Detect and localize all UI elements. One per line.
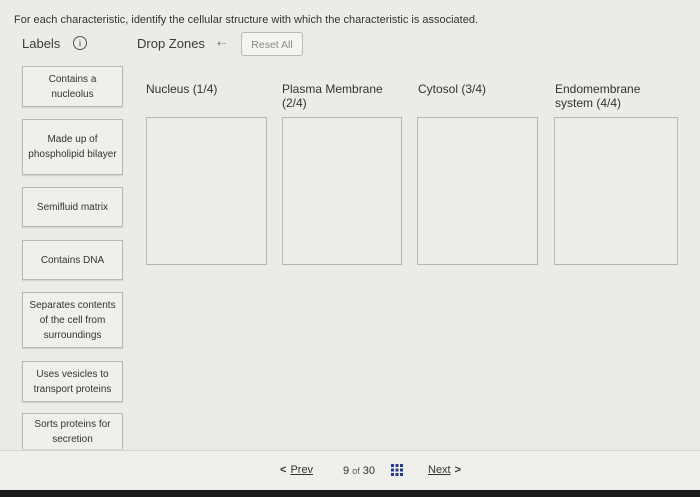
page-current: 9 — [343, 465, 350, 477]
label-card-separates-contents[interactable]: Separates contents of the cell from surr… — [22, 292, 123, 348]
instruction-text: For each characteristic, identify the ce… — [14, 14, 479, 26]
undo-icon[interactable]: ⇠ — [217, 37, 226, 50]
page-indicator: 9 of 30 — [343, 465, 375, 477]
drop-zone-endomembrane[interactable] — [554, 117, 678, 265]
next-label: Next — [428, 464, 451, 476]
label-card-uses-vesicles[interactable]: Uses vesicles to transport proteins — [22, 361, 123, 402]
label-card-text: Contains DNA — [40, 254, 105, 266]
drop-zone-cytosol[interactable] — [417, 117, 538, 265]
grid-icon[interactable] — [391, 464, 403, 476]
next-button[interactable]: Next > — [424, 464, 461, 476]
zone-title-endomembrane: Endomembrane system (4/4) — [555, 82, 641, 110]
zone-title-cytosol: Cytosol (3/4) — [418, 82, 487, 96]
page-total: 30 — [362, 465, 376, 477]
question-screen: For each characteristic, identify the ce… — [0, 0, 700, 497]
drop-zone-plasma-membrane[interactable] — [282, 117, 402, 265]
prev-label: Prev — [290, 464, 314, 476]
reset-all-button[interactable]: Reset All — [241, 32, 303, 56]
label-card-text: Separates contents of the cell from surr… — [29, 299, 116, 341]
label-card-semifluid-matrix[interactable]: Semifluid matrix — [22, 187, 123, 227]
label-card-contains-dna[interactable]: Contains DNA — [22, 240, 123, 280]
drop-zone-nucleus[interactable] — [146, 117, 267, 265]
bottom-edge — [0, 490, 700, 497]
chevron-left-icon: < — [280, 464, 287, 476]
label-card-text: Contains a nucleolus — [48, 73, 97, 100]
label-card-text: Made up of phospholipid bilayer — [28, 134, 117, 160]
zone-title-nucleus: Nucleus (1/4) — [146, 82, 218, 96]
label-card-text: Uses vesicles to transport proteins — [33, 368, 112, 395]
zone-title-plasma-membrane: Plasma Membrane (2/4) — [282, 82, 383, 110]
chevron-right-icon: > — [454, 464, 462, 476]
label-card-text: Sorts proteins for secretion — [34, 418, 111, 445]
label-card-sorts-proteins[interactable]: Sorts proteins for secretion — [22, 413, 123, 449]
info-icon[interactable]: i — [73, 36, 87, 50]
dropzones-heading: Drop Zones — [137, 36, 205, 51]
label-card-contains-nucleolus[interactable]: Contains a nucleolus — [22, 66, 123, 107]
page-of-text: of — [352, 466, 360, 476]
labels-heading: Labels — [22, 36, 61, 51]
label-card-text: Semifluid matrix — [36, 201, 109, 213]
label-card-phospholipid-bilayer[interactable]: Made up of phospholipid bilayer — [22, 119, 123, 175]
prev-button[interactable]: < Prev — [280, 464, 317, 476]
